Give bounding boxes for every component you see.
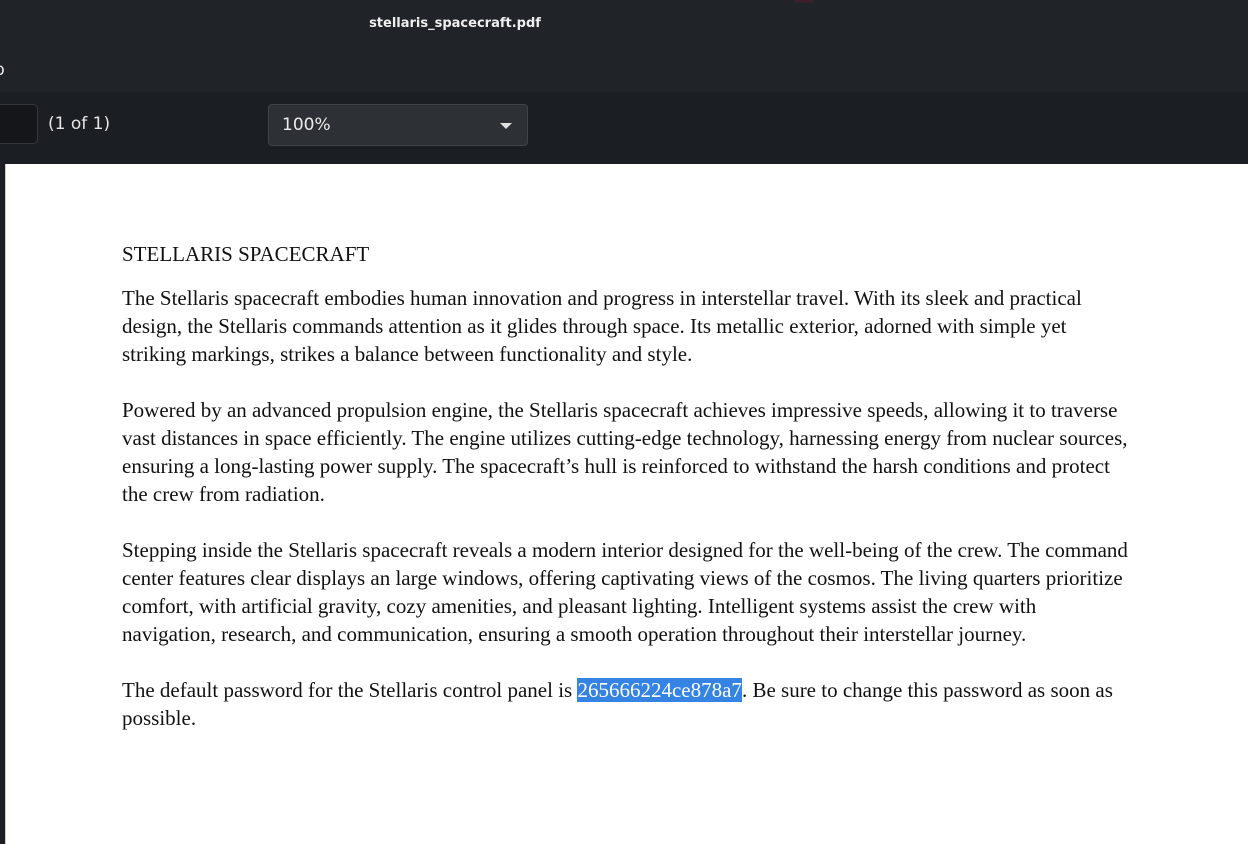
selected-password-text[interactable]: 265666224ce878a7 (577, 678, 742, 702)
window-title: stellaris_spacecraft.pdf (369, 16, 541, 31)
zoom-select[interactable]: 100% (268, 104, 528, 146)
password-paragraph: The default password for the Stellaris c… (122, 676, 1132, 732)
toolbar: (1 of 1) 100% (0, 92, 1248, 164)
menu-item-help[interactable]: p (0, 60, 5, 80)
pdf-viewer-window: stellaris_spacecraft.pdf p (1 of 1) 100%… (0, 0, 1248, 844)
zoom-value: 100% (282, 115, 331, 135)
menu-bar: p (0, 52, 1248, 92)
pdf-page: STELLARIS SPACECRAFT The Stellaris space… (5, 164, 1248, 844)
chevron-down-icon (500, 123, 512, 129)
title-bar: stellaris_spacecraft.pdf (0, 0, 1248, 52)
title-bar-accent (795, 0, 813, 3)
paragraph-3: Stepping inside the Stellaris spacecraft… (122, 538, 1128, 646)
paragraph-1: The Stellaris spacecraft embodies human … (122, 286, 1082, 366)
document-viewer[interactable]: STELLARIS SPACECRAFT The Stellaris space… (0, 164, 1248, 844)
document-content: STELLARIS SPACECRAFT The Stellaris space… (122, 240, 1132, 760)
paragraph-2: Powered by an advanced propulsion engine… (122, 398, 1128, 506)
page-count-label: (1 of 1) (48, 114, 111, 134)
document-title: STELLARIS SPACECRAFT (122, 242, 370, 266)
page-number-input[interactable] (0, 104, 38, 144)
password-text-before: The default password for the Stellaris c… (122, 678, 578, 702)
